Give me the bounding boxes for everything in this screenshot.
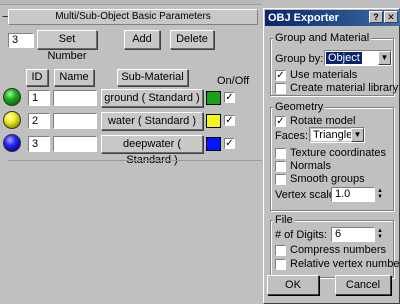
create-library-label: Create material library bbox=[290, 82, 399, 94]
divider bbox=[8, 160, 262, 161]
material-editor-panel: − Multi/Sub-Object Basic Parameters 3 Se… bbox=[0, 0, 262, 304]
ok-button[interactable]: OK bbox=[267, 275, 319, 295]
on-off-checkbox[interactable]: ✓ bbox=[224, 92, 235, 103]
digits-spinner[interactable]: 6 bbox=[331, 227, 375, 242]
faces-select[interactable]: Triangles ▼ bbox=[309, 127, 365, 143]
use-materials-label: Use materials bbox=[290, 69, 358, 81]
use-materials-checkbox[interactable]: ✓ bbox=[275, 70, 286, 81]
material-preview-sphere[interactable] bbox=[3, 111, 21, 129]
geometry-title: Geometry bbox=[273, 101, 326, 113]
row-name-field[interactable] bbox=[53, 136, 97, 152]
file-title: File bbox=[273, 214, 295, 226]
dialog-title: OBJ Exporter bbox=[268, 12, 339, 24]
rollout-title[interactable]: Multi/Sub-Object Basic Parameters bbox=[8, 9, 258, 25]
color-swatch[interactable] bbox=[206, 91, 221, 105]
material-preview-sphere[interactable] bbox=[3, 88, 21, 106]
color-swatch[interactable] bbox=[206, 114, 221, 128]
create-library-checkbox[interactable] bbox=[275, 83, 286, 94]
on-off-column-header: On/Off bbox=[217, 75, 250, 87]
row-id-field[interactable]: 3 bbox=[28, 136, 50, 152]
id-column-header[interactable]: ID bbox=[26, 69, 48, 86]
group-by-select[interactable]: Object ▼ bbox=[324, 50, 392, 66]
row-id-field[interactable]: 2 bbox=[28, 113, 50, 129]
close-icon[interactable]: ✕ bbox=[384, 11, 398, 23]
rotate-model-checkbox[interactable]: ✓ bbox=[275, 116, 286, 127]
row-id-field[interactable]: 1 bbox=[28, 90, 50, 106]
texture-coords-checkbox[interactable] bbox=[275, 148, 286, 159]
name-column-header[interactable]: Name bbox=[54, 69, 94, 86]
submaterial-button[interactable]: deepwater ( Standard ) bbox=[101, 135, 203, 166]
relative-vertex-checkbox[interactable] bbox=[275, 259, 286, 270]
color-swatch[interactable] bbox=[206, 137, 221, 151]
delete-button[interactable]: Delete bbox=[170, 30, 214, 49]
chevron-down-icon[interactable]: ▼ bbox=[378, 51, 391, 65]
submaterial-button[interactable]: ground ( Standard ) bbox=[101, 89, 203, 107]
add-button[interactable]: Add bbox=[124, 30, 160, 49]
cancel-button[interactable]: Cancel bbox=[335, 275, 391, 295]
smooth-groups-label: Smooth groups bbox=[290, 173, 365, 185]
digits-label: # of Digits: bbox=[275, 229, 327, 241]
smooth-groups-checkbox[interactable] bbox=[275, 174, 286, 185]
submaterial-button[interactable]: water ( Standard ) bbox=[101, 112, 203, 130]
spinner-arrows-icon[interactable]: ▲ ▼ bbox=[376, 188, 384, 201]
on-off-checkbox[interactable]: ✓ bbox=[224, 115, 235, 126]
submaterial-column-header[interactable]: Sub-Material bbox=[117, 69, 188, 86]
spinner-arrows-icon[interactable]: ▲ ▼ bbox=[376, 228, 384, 241]
relative-vertex-label: Relative vertex numbers bbox=[290, 258, 400, 270]
compress-numbers-checkbox[interactable] bbox=[275, 245, 286, 256]
compress-numbers-label: Compress numbers bbox=[290, 244, 386, 256]
texture-coords-label: Texture coordinates bbox=[290, 147, 386, 159]
faces-label: Faces: bbox=[275, 130, 309, 142]
material-preview-sphere[interactable] bbox=[3, 134, 21, 152]
chevron-down-icon[interactable]: ▼ bbox=[351, 128, 364, 142]
panel-top-strip bbox=[0, 0, 262, 5]
group-material-title: Group and Material bbox=[273, 32, 372, 44]
material-count-field[interactable]: 3 bbox=[8, 33, 34, 48]
normals-label: Normals bbox=[290, 160, 331, 172]
vertex-scale-label: Vertex scale: bbox=[275, 189, 338, 201]
row-name-field[interactable] bbox=[53, 113, 97, 129]
normals-checkbox[interactable] bbox=[275, 161, 286, 172]
help-icon[interactable]: ? bbox=[369, 11, 383, 23]
group-by-value: Object bbox=[326, 52, 362, 64]
on-off-checkbox[interactable]: ✓ bbox=[224, 138, 235, 149]
set-number-button[interactable]: Set Number bbox=[37, 30, 97, 62]
vertex-scale-spinner[interactable]: 1.0 bbox=[331, 187, 375, 202]
obj-exporter-dialog: OBJ Exporter ? ✕ Group and Material Grou… bbox=[263, 8, 400, 304]
faces-value: Triangles bbox=[311, 129, 358, 141]
group-by-label: Group by: bbox=[275, 53, 324, 65]
row-name-field[interactable] bbox=[53, 90, 97, 106]
